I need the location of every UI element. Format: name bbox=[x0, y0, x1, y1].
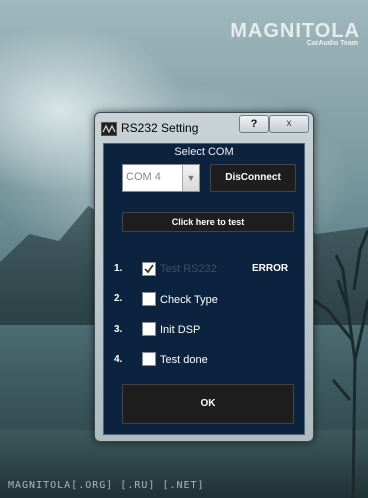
disconnect-button[interactable]: DisConnect bbox=[210, 164, 296, 192]
step-checkbox-test-done[interactable] bbox=[142, 352, 156, 366]
step-checkbox-check-type[interactable] bbox=[142, 292, 156, 306]
chevron-down-icon[interactable]: ▼ bbox=[182, 165, 199, 191]
title-bar[interactable]: RS232 Setting ? x bbox=[95, 113, 313, 141]
status-error-text: ERROR bbox=[252, 263, 289, 274]
tree-silhouette bbox=[312, 229, 368, 498]
step-number: 2. bbox=[114, 293, 123, 304]
rs232-setting-dialog: RS232 Setting ? x Select COM COM 4 ▼ Dis… bbox=[94, 112, 314, 442]
step-number: 4. bbox=[114, 354, 123, 365]
com-port-value: COM 4 bbox=[126, 171, 161, 183]
step-number: 3. bbox=[114, 324, 123, 335]
dialog-client-area: Select COM COM 4 ▼ DisConnect Click here… bbox=[103, 143, 305, 435]
click-to-test-button[interactable]: Click here to test bbox=[122, 212, 294, 232]
watermark-logo-sub: CarAudio Team bbox=[306, 40, 358, 47]
step-label: Init DSP bbox=[160, 324, 201, 336]
step-checkbox-init-dsp[interactable] bbox=[142, 322, 156, 336]
step-number: 1. bbox=[114, 263, 123, 274]
checkmark-icon bbox=[144, 264, 154, 274]
step-checkbox-test-rs232[interactable] bbox=[142, 262, 156, 276]
select-com-label: Select COM bbox=[174, 146, 234, 158]
watermark-footer: MAGNITOLA[.ORG] [.RU] [.NET] bbox=[8, 480, 205, 491]
window-title: RS232 Setting bbox=[121, 121, 199, 135]
help-button[interactable]: ? bbox=[239, 115, 269, 133]
step-label: Test done bbox=[160, 354, 208, 366]
step-label: Check Type bbox=[160, 294, 218, 306]
app-icon bbox=[101, 122, 117, 136]
com-port-dropdown[interactable]: COM 4 ▼ bbox=[122, 164, 200, 192]
step-label: Test RS232 bbox=[160, 263, 217, 275]
close-button[interactable]: x bbox=[269, 115, 309, 133]
ok-button[interactable]: OK bbox=[122, 384, 294, 424]
